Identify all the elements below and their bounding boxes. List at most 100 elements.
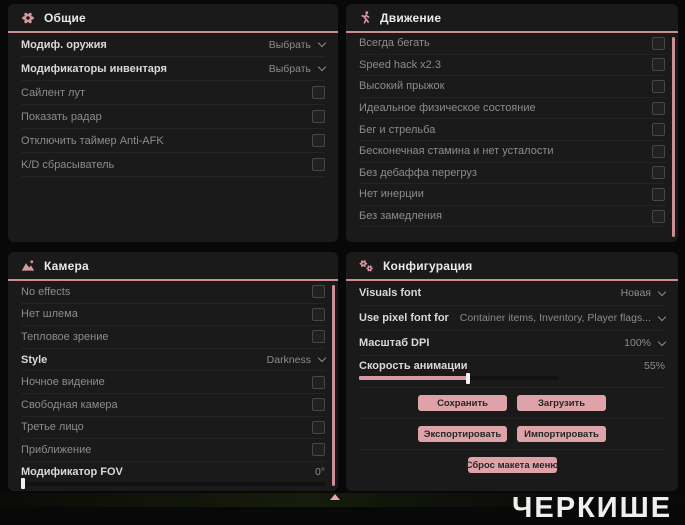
checkbox[interactable] <box>312 86 325 99</box>
chevron-down-icon <box>317 62 327 72</box>
checkbox[interactable] <box>312 398 325 412</box>
panel-general-header: Общие <box>8 4 338 33</box>
config-button[interactable]: Загрузить <box>517 395 606 411</box>
slider-value: 55% <box>643 360 665 372</box>
row-label: Ночное видение <box>21 376 105 389</box>
panel-title: Конфигурация <box>383 258 473 273</box>
scrollbar[interactable] <box>332 285 335 486</box>
checkbox[interactable] <box>652 123 665 137</box>
row-dropdown[interactable]: Модиф. оружия Выбрать <box>21 33 327 57</box>
chevron-down-icon <box>657 312 667 321</box>
chevron-down-icon <box>657 337 667 346</box>
dropdown-value: Выбрать <box>268 38 311 51</box>
checkbox[interactable] <box>312 443 325 457</box>
row-checkbox[interactable]: Отключить таймер Anti-AFK <box>21 129 325 153</box>
row-checkbox[interactable]: Идеальное физическое состояние <box>359 98 665 120</box>
panel-title: Камера <box>44 258 89 273</box>
config-button[interactable]: Сброс макета меню <box>466 457 558 473</box>
row-checkbox[interactable]: Без дебаффа перегруз <box>359 163 665 185</box>
checkbox[interactable] <box>312 307 325 321</box>
checkbox[interactable] <box>652 36 665 50</box>
dropdown[interactable]: Darkness <box>267 354 327 366</box>
dropdown[interactable]: Выбрать <box>269 62 327 75</box>
checkbox[interactable] <box>652 79 665 93</box>
dropdown[interactable]: 100% <box>624 337 667 349</box>
row-checkbox[interactable]: Третье лицо <box>21 417 325 440</box>
checkbox[interactable] <box>652 144 665 158</box>
panel-config-header: Конфигурация <box>346 252 678 281</box>
row-label: Приближение <box>21 443 92 456</box>
panel-config-rows: Visuals font Новая Use pixel font for Conta… <box>346 281 678 388</box>
dropdown[interactable]: Новая <box>621 287 667 299</box>
row-checkbox[interactable]: Тепловое зрение <box>21 326 325 349</box>
scrollbar[interactable] <box>672 37 675 237</box>
checkbox[interactable] <box>312 375 325 389</box>
row-checkbox[interactable]: Сайлент лут <box>21 81 325 105</box>
gear-icon <box>22 12 34 23</box>
row-label: Модиф. оружия <box>21 38 107 51</box>
gears-icon <box>359 259 373 271</box>
row-dropdown[interactable]: Use pixel font for Container items, Inven… <box>359 306 667 331</box>
row-checkbox[interactable]: Всегда бегать <box>359 33 665 55</box>
watermark-text: ЧЕРКИШЕ <box>512 492 673 524</box>
row-label: K/D сбрасыватель <box>21 158 115 171</box>
chevron-down-icon <box>317 38 327 48</box>
button-row: Сохранить Загрузить <box>359 388 665 419</box>
checkbox[interactable] <box>312 330 325 344</box>
row-slider[interactable]: Модификатор FOV 0° <box>21 462 325 491</box>
slider-track[interactable] <box>21 478 325 490</box>
row-checkbox[interactable]: Высокий прыжок <box>359 76 665 98</box>
checkbox[interactable] <box>312 110 325 123</box>
row-dropdown[interactable]: Масштаб DPI 100% <box>359 331 667 356</box>
checkbox[interactable] <box>652 166 665 180</box>
checkbox[interactable] <box>312 285 325 299</box>
checkbox[interactable] <box>652 209 665 223</box>
panel-movement-rows: Всегда бегать Speed hack x2.3 Высокий прыж… <box>346 33 678 228</box>
row-checkbox[interactable]: Свободная камера <box>21 394 325 417</box>
config-button[interactable]: Экспортировать <box>418 426 507 442</box>
slider-value: 0° <box>314 465 325 478</box>
checkbox[interactable] <box>652 58 665 72</box>
row-label: Use pixel font for <box>359 312 449 324</box>
config-button[interactable]: Сохранить <box>418 395 507 411</box>
row-label: Идеальное физическое состояние <box>359 102 536 115</box>
dropdown[interactable]: Выбрать <box>268 38 327 51</box>
checkbox[interactable] <box>652 187 665 201</box>
slider-fill <box>359 376 469 380</box>
panel-camera-rows: No effects Нет шлема Тепловое зрение Style D… <box>8 281 338 491</box>
dropdown-value: 100% <box>624 337 651 349</box>
row-slider[interactable]: Скорость анимации 55% <box>359 356 665 388</box>
panel-title: Общие <box>44 10 86 25</box>
row-label: Без замедления <box>359 210 442 223</box>
slider-track[interactable] <box>359 372 559 384</box>
row-dropdown[interactable]: Модификаторы инвентаря Выбрать <box>21 57 327 81</box>
row-checkbox[interactable]: K/D сбрасыватель <box>21 153 325 177</box>
row-checkbox[interactable]: Speed hack x2.3 <box>359 55 665 77</box>
row-checkbox[interactable]: Нет инерции <box>359 184 665 206</box>
row-checkbox[interactable]: Приближение <box>21 439 325 462</box>
row-checkbox[interactable]: Ночное видение <box>21 371 325 394</box>
row-label: Отключить таймер Anti-AFK <box>21 134 164 147</box>
row-dropdown[interactable]: Style Darkness <box>21 349 327 372</box>
checkbox[interactable] <box>312 134 325 147</box>
slider-handle[interactable] <box>21 478 25 490</box>
panel-general: Общие Модиф. оружия Выбрать Модификаторы и… <box>8 4 338 242</box>
checkbox[interactable] <box>312 158 325 171</box>
panel-title: Движение <box>380 10 442 25</box>
checkbox[interactable] <box>312 420 325 434</box>
panel-movement-header: Движение <box>346 4 678 33</box>
config-button[interactable]: Импортировать <box>517 426 606 442</box>
row-label: Тепловое зрение <box>21 330 109 343</box>
row-checkbox[interactable]: Бесконечная стамина и нет усталости <box>359 141 665 163</box>
row-label: Модификатор FOV <box>21 465 123 478</box>
chevron-down-icon <box>657 287 667 296</box>
row-checkbox[interactable]: Бег и стрельба <box>359 119 665 141</box>
checkbox[interactable] <box>652 101 665 115</box>
row-dropdown[interactable]: Visuals font Новая <box>359 281 667 306</box>
row-checkbox[interactable]: Без замедления <box>359 206 665 228</box>
row-checkbox[interactable]: No effects <box>21 281 325 304</box>
dropdown[interactable]: Container items, Inventory, Player flags… <box>460 312 667 324</box>
slider-handle[interactable] <box>466 372 470 384</box>
row-checkbox[interactable]: Показать радар <box>21 105 325 129</box>
row-checkbox[interactable]: Нет шлема <box>21 304 325 327</box>
